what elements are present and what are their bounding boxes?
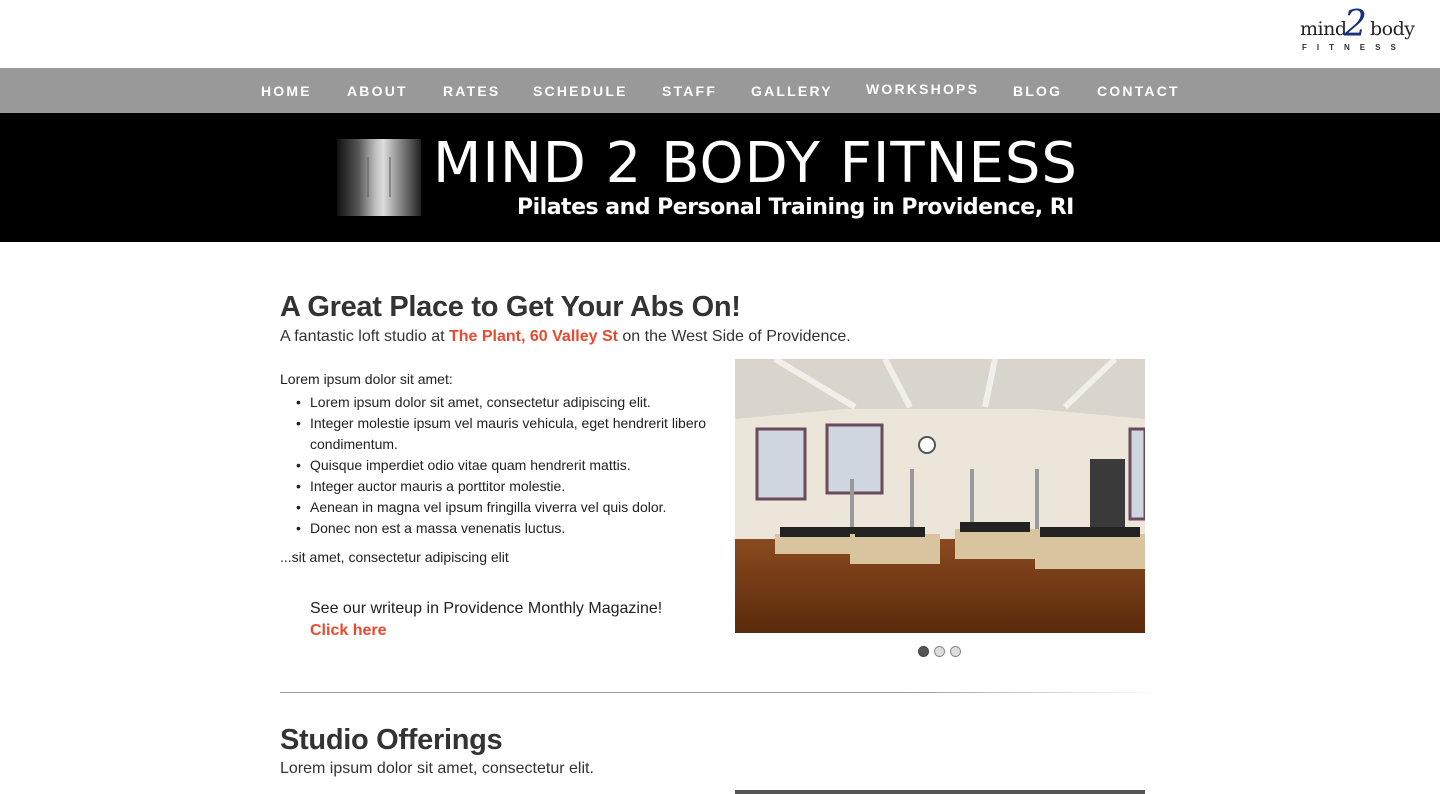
offerings-photo-edge	[735, 790, 1145, 794]
banner-subtitle: Pilates and Personal Training in Provide…	[517, 195, 1074, 220]
nav-home[interactable]: HOME	[261, 83, 312, 99]
logo-word-body: body	[1370, 18, 1415, 40]
list-item: Integer molestie ipsum vel mauris vehicu…	[296, 413, 710, 455]
intro-after: on the West Side of Providence.	[617, 328, 851, 345]
address-link[interactable]: The Plant, 60 Valley St	[449, 328, 618, 345]
nav-rates[interactable]: RATES	[443, 83, 500, 99]
list-item: Aenean in magna vel ipsum fringilla vive…	[296, 497, 710, 518]
slider-dot[interactable]	[950, 646, 961, 657]
top-bar: mind 2 body FITNESS	[0, 0, 1440, 68]
nav-contact[interactable]: CONTACT	[1097, 83, 1180, 99]
offerings-subtitle: Lorem ipsum dolor sit amet, consectetur …	[280, 760, 594, 777]
list-item: Donec non est a massa venenatis luctus.	[296, 518, 710, 539]
nav-schedule[interactable]: SCHEDULE	[533, 83, 628, 99]
slider-dot[interactable]	[934, 646, 945, 657]
logo-word-mind: mind	[1300, 18, 1347, 40]
tail-text: ...sit amet, consectetur adipiscing elit	[280, 549, 509, 565]
list-item: Quisque imperdiet odio vitae quam hendre…	[296, 455, 710, 476]
writeup-text: See our writeup in Providence Monthly Ma…	[310, 600, 663, 617]
logo-subtitle: FITNESS	[1302, 43, 1406, 52]
hero-banner: MIND 2 BODY FITNESS Pilates and Personal…	[0, 113, 1440, 242]
studio-photo-slide[interactable]	[735, 359, 1145, 633]
feature-list: Lorem ipsum dolor sit amet, consectetur …	[296, 392, 710, 539]
list-item: Lorem ipsum dolor sit amet, consectetur …	[296, 392, 710, 413]
writeup-link[interactable]: Click here	[310, 622, 386, 640]
banner-title: MIND 2 BODY FITNESS	[433, 131, 1078, 196]
studio-photo	[735, 359, 1145, 633]
section-heading-offerings: Studio Offerings	[280, 724, 503, 756]
nav-about[interactable]: ABOUT	[347, 83, 408, 99]
nav-blog[interactable]: BLOG	[1013, 83, 1062, 99]
banner-abs-photo	[337, 139, 421, 216]
logo-number: 2	[1344, 4, 1367, 45]
list-item: Integer auctor mauris a porttitor molest…	[296, 476, 710, 497]
list-lead: Lorem ipsum dolor sit amet:	[280, 371, 453, 387]
slider-dot-active[interactable]	[918, 646, 929, 657]
section-heading-abs: A Great Place to Get Your Abs On!	[280, 291, 741, 323]
nav-gallery[interactable]: GALLERY	[751, 83, 833, 99]
nav-workshops[interactable]: WORKSHOPS	[866, 81, 979, 97]
nav-staff[interactable]: STAFF	[662, 83, 717, 99]
intro-before: A fantastic loft studio at	[280, 328, 449, 345]
intro-text: A fantastic loft studio at The Plant, 60…	[280, 328, 851, 346]
site-logo[interactable]: mind 2 body FITNESS	[1300, 4, 1418, 58]
section-divider	[280, 692, 1160, 693]
main-nav: HOME ABOUT RATES SCHEDULE STAFF GALLERY …	[0, 68, 1440, 113]
